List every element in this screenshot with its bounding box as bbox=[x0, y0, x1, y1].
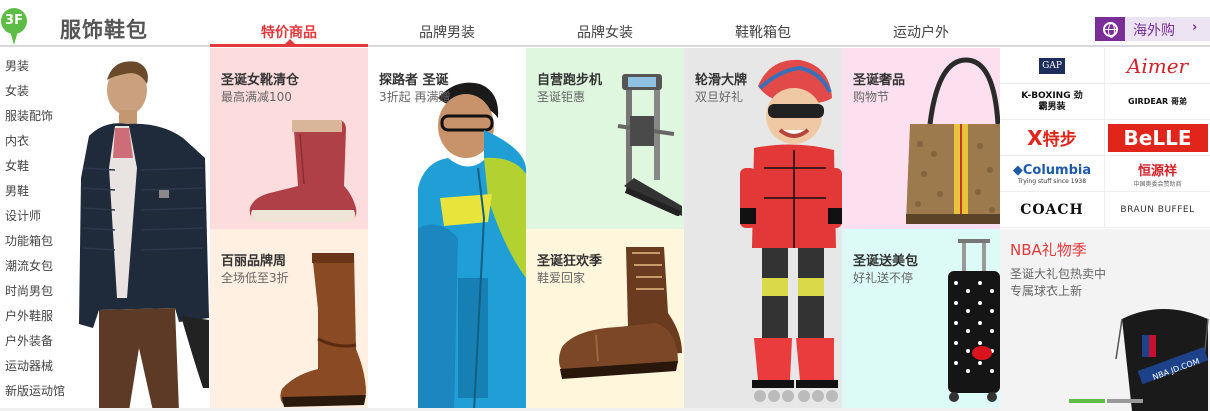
nba-drawstring-bag-image: NBA JD.COM bbox=[1115, 309, 1209, 411]
floor-3f: 3F 服饰鞋包 特价商品 品牌男装 品牌女装 鞋靴箱包 运动户外 海外购 › 男… bbox=[0, 0, 1210, 411]
tab-shoes-bags[interactable]: 鞋靴箱包 bbox=[735, 22, 791, 42]
brand-logo-kboxing[interactable]: K-BOXING 劲霸男装 bbox=[1000, 84, 1105, 120]
brand-logo-belle[interactable]: BeLLE bbox=[1105, 120, 1210, 156]
brand-logo-coach[interactable]: COACH bbox=[1000, 192, 1105, 228]
category-sidebar: 男装 女装 服装配饰 内衣 女鞋 男鞋 设计师 功能箱包 潮流女包 时尚男包 户… bbox=[0, 48, 210, 411]
floor-header: 3F 服饰鞋包 特价商品 品牌男装 品牌女装 鞋靴箱包 运动户外 海外购 › bbox=[0, 0, 1210, 47]
promo-tile-beauty-bag[interactable]: 圣诞送美包 好礼送不停 bbox=[842, 229, 1000, 409]
brand-logo-braun-buffel[interactable]: BRAUN BUFFEL bbox=[1105, 192, 1210, 228]
tile-title: 圣诞狂欢季 bbox=[537, 254, 603, 269]
category-item[interactable]: 时尚男包 bbox=[5, 281, 65, 306]
haiwai-button[interactable]: 海外购 › bbox=[1095, 17, 1210, 41]
tile-subtitle: 双旦好礼 bbox=[695, 90, 744, 104]
tile-title: 探路者 圣诞 bbox=[379, 73, 449, 88]
male-model-image[interactable] bbox=[75, 58, 210, 411]
promo-tile-toread[interactable]: 探路者 圣诞 3折起 再满赠 bbox=[368, 48, 526, 411]
tile-subtitle: 购物节 bbox=[853, 90, 890, 104]
nba-promo-banner[interactable]: NBA礼物季 圣诞大礼包热卖中 专属球衣上新 NBA JD.COM bbox=[1000, 229, 1210, 411]
category-item[interactable]: 功能箱包 bbox=[5, 231, 65, 256]
nba-subtitle-1: 圣诞大礼包热卖中 bbox=[1010, 267, 1107, 281]
brand-logo-girdear[interactable]: GIRDEAR 哥弟 bbox=[1105, 84, 1210, 120]
tile-title: 自营跑步机 bbox=[537, 73, 603, 88]
tile-subtitle: 好礼送不停 bbox=[853, 271, 914, 285]
kid-skater-image bbox=[740, 59, 842, 402]
tile-subtitle: 鞋爱回家 bbox=[537, 271, 586, 285]
category-item[interactable]: 设计师 bbox=[5, 206, 65, 231]
active-tab-caret-icon bbox=[284, 39, 296, 45]
nba-subtitle-2: 专属球衣上新 bbox=[1010, 284, 1083, 298]
ugg-boot-image bbox=[249, 120, 357, 222]
floor-number-badge: 3F bbox=[1, 8, 27, 45]
brand-logo-columbia[interactable]: ◆Columbia Trying stuff since 1938 bbox=[1000, 156, 1105, 192]
haiwai-label: 海外购 bbox=[1133, 23, 1175, 39]
category-item[interactable]: 新版运动馆 bbox=[5, 381, 65, 406]
outdoor-jacket-model-image bbox=[418, 82, 526, 411]
floor-title: 服饰鞋包 bbox=[60, 18, 148, 42]
category-item[interactable]: 女装 bbox=[5, 81, 65, 106]
treadmill-image bbox=[617, 74, 682, 216]
promo-tile-belle-week[interactable]: 百丽品牌周 全场低至3折 bbox=[210, 229, 368, 409]
category-item[interactable]: 男鞋 bbox=[5, 181, 65, 206]
promo-tile-treadmill[interactable]: 自营跑步机 圣诞钜惠 bbox=[526, 48, 684, 229]
tab-brand-womenswear[interactable]: 品牌女装 bbox=[577, 22, 633, 42]
tab-brand-menswear[interactable]: 品牌男装 bbox=[419, 22, 475, 42]
category-item[interactable]: 内衣 bbox=[5, 131, 65, 156]
brand-wall: GAP Aimer K-BOXING 劲霸男装 GIRDEAR 哥弟 X特步 B… bbox=[1000, 48, 1210, 229]
tile-title: 圣诞女靴清仓 bbox=[221, 73, 300, 88]
brand-logo-aimer[interactable]: Aimer bbox=[1105, 48, 1210, 84]
category-item[interactable]: 户外鞋服 bbox=[5, 306, 65, 331]
tile-title: 圣诞送美包 bbox=[853, 254, 919, 269]
category-item[interactable]: 男装 bbox=[5, 56, 65, 81]
nba-title: NBA礼物季 bbox=[1010, 241, 1087, 259]
tab-sports-outdoor[interactable]: 运动户外 bbox=[893, 22, 949, 42]
tile-subtitle: 圣诞钜惠 bbox=[537, 90, 586, 104]
carousel-dot[interactable] bbox=[1107, 399, 1143, 403]
category-item[interactable]: 潮流女包 bbox=[5, 256, 65, 281]
tile-subtitle: 3折起 再满赠 bbox=[379, 90, 451, 104]
promo-tile-christmas-craze[interactable]: 圣诞狂欢季 鞋爱回家 bbox=[526, 229, 684, 409]
category-item[interactable]: 户外装备 bbox=[5, 331, 65, 356]
promo-tile-luxury[interactable]: 圣诞奢品 购物节 bbox=[842, 48, 1000, 229]
brand-logo-gap[interactable]: GAP bbox=[1000, 48, 1105, 84]
category-item[interactable]: 运动器械 bbox=[5, 356, 65, 381]
carousel-dot-active[interactable] bbox=[1069, 399, 1105, 403]
brand-logo-hengyuanxiang[interactable]: 恒源祥 中国奥委会赞助商 bbox=[1105, 156, 1210, 192]
category-item[interactable]: 服装配饰 bbox=[5, 106, 65, 131]
category-item[interactable]: 女鞋 bbox=[5, 156, 65, 181]
tile-title: 圣诞奢品 bbox=[853, 73, 906, 88]
leather-boot-image bbox=[280, 253, 366, 407]
globe-icon bbox=[1095, 17, 1125, 41]
brand-logo-xtep[interactable]: X特步 bbox=[1000, 120, 1105, 156]
suitcase-image bbox=[948, 239, 1000, 402]
handbag-image bbox=[906, 57, 1000, 224]
tile-subtitle: 全场低至3折 bbox=[221, 271, 289, 285]
tile-title: 百丽品牌周 bbox=[221, 254, 287, 269]
promo-tile-womens-boots[interactable]: 圣诞女靴清仓 最高满减100 bbox=[210, 48, 368, 229]
tile-subtitle: 最高满减100 bbox=[221, 90, 292, 104]
tile-title: 轮滑大牌 bbox=[695, 73, 748, 88]
category-list: 男装 女装 服装配饰 内衣 女鞋 男鞋 设计师 功能箱包 潮流女包 时尚男包 户… bbox=[5, 56, 65, 406]
chevron-right-icon: › bbox=[1192, 20, 1198, 35]
promo-tile-roller-skating[interactable]: 轮滑大牌 双旦好礼 bbox=[684, 48, 842, 411]
